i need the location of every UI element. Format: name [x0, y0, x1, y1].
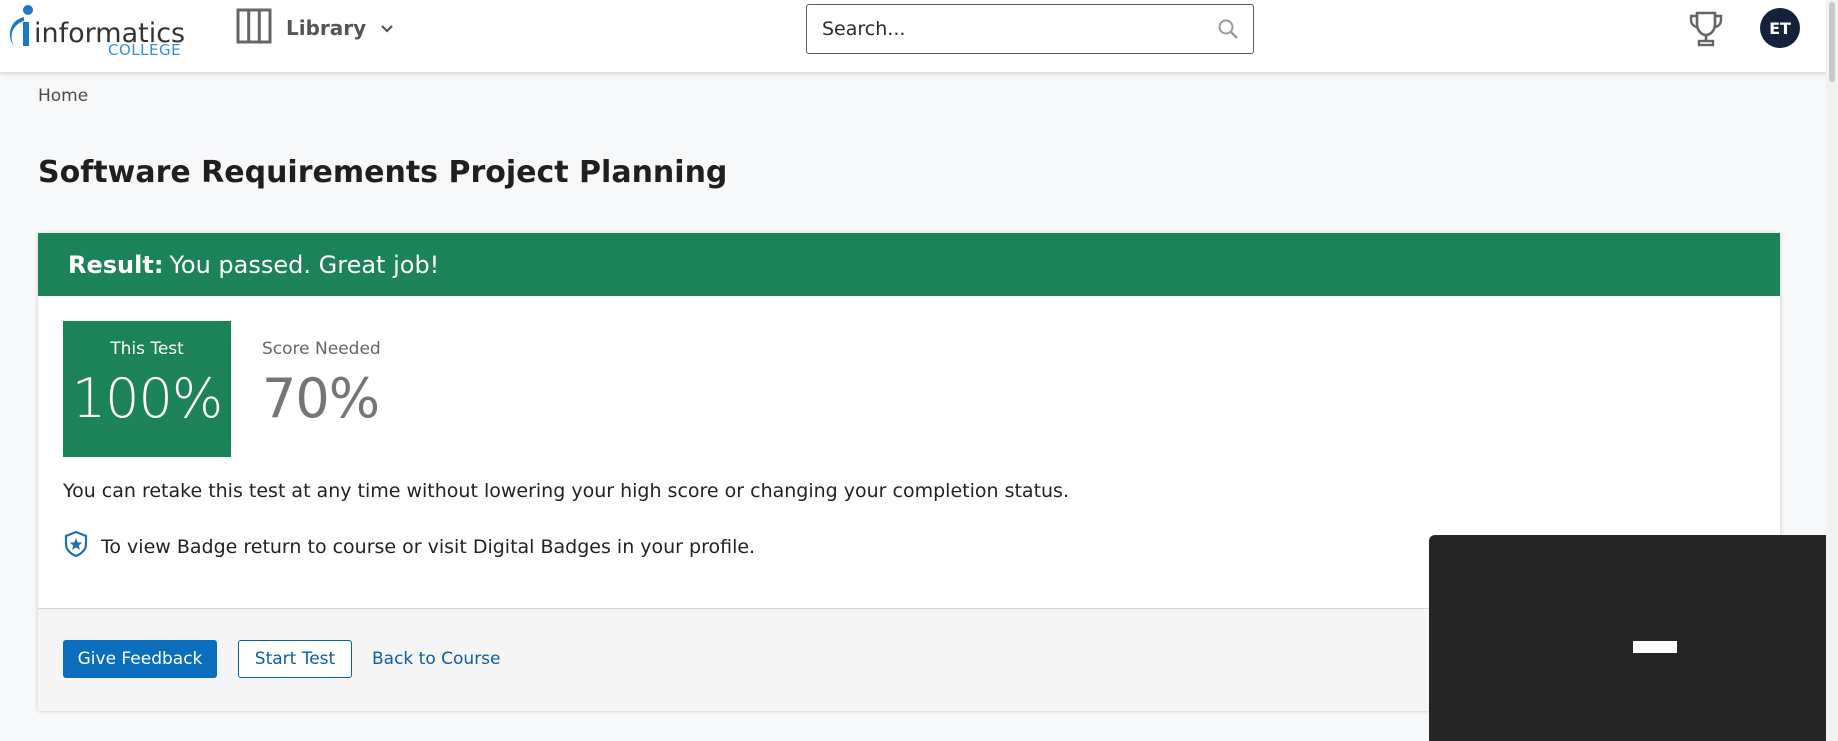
this-test-caption: This Test	[110, 339, 184, 359]
search-box	[806, 4, 1254, 54]
result-message: You passed. Great job!	[169, 250, 440, 279]
top-header: informatics COLLEGE Library Search... ET	[0, 0, 1826, 73]
floating-video-overlay[interactable]	[1429, 535, 1838, 741]
result-label: Result:	[68, 250, 164, 279]
breadcrumb-home[interactable]: Home	[38, 86, 88, 106]
back-to-course-link[interactable]: Back to Course	[372, 649, 501, 669]
library-label: Library	[286, 16, 367, 40]
logo-secondary-text: COLLEGE	[108, 41, 181, 58]
user-avatar[interactable]: ET	[1760, 8, 1800, 48]
score-needed-caption: Score Needed	[262, 339, 381, 359]
page-scrollbar-thumb[interactable]	[1829, 2, 1835, 82]
retake-note: You can retake this test at any time wit…	[63, 480, 1069, 502]
start-test-button[interactable]: Start Test	[238, 640, 352, 678]
badge-note-row: To view Badge return to course or visit …	[63, 530, 755, 563]
score-needed-block: Score Needed 70%	[262, 339, 381, 430]
chevron-down-icon	[380, 19, 394, 38]
informatics-college-logo[interactable]: informatics COLLEGE	[4, 4, 204, 59]
result-banner: Result: You passed. Great job!	[38, 233, 1780, 296]
badge-shield-icon	[63, 530, 89, 563]
this-test-score: 100%	[71, 367, 223, 430]
search-icon[interactable]	[1217, 18, 1239, 44]
this-test-score-box: This Test 100%	[63, 321, 231, 457]
trophy-icon[interactable]	[1688, 10, 1724, 52]
score-needed-value: 70%	[262, 367, 380, 430]
page-title: Software Requirements Project Planning	[38, 155, 728, 190]
logo-graphic: informatics COLLEGE	[9, 5, 185, 59]
badge-note-text: To view Badge return to course or visit …	[101, 535, 756, 558]
library-columns-icon	[236, 8, 272, 48]
minimize-icon[interactable]	[1633, 641, 1677, 653]
page-scrollbar[interactable]	[1826, 0, 1838, 741]
library-menu[interactable]: Library	[236, 8, 394, 48]
give-feedback-button[interactable]: Give Feedback	[63, 640, 217, 678]
search-input[interactable]	[807, 5, 1253, 53]
